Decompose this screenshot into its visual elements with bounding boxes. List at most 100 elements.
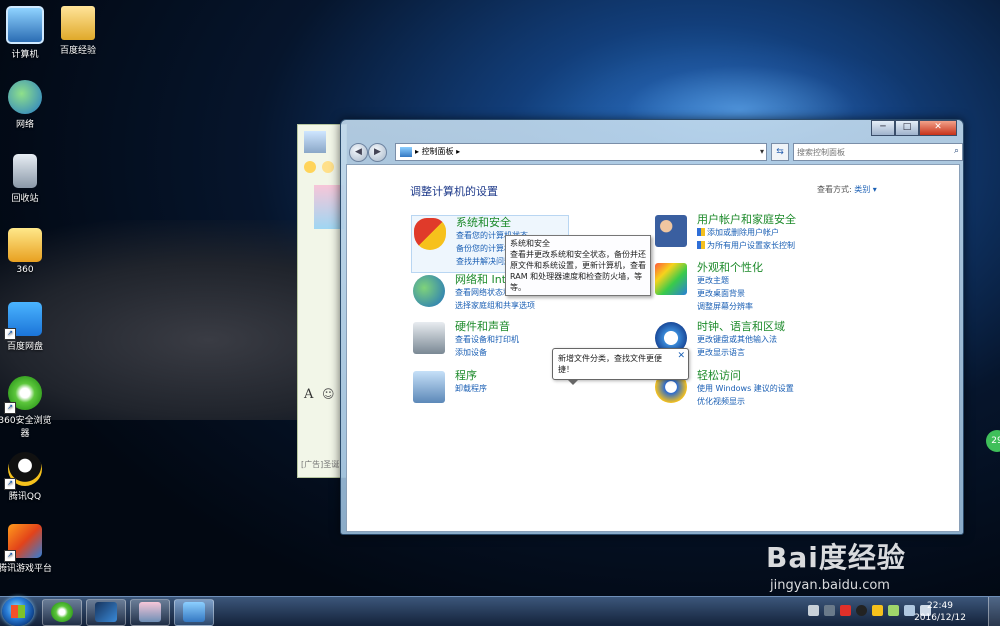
search-icon[interactable]: ⌕ [954,146,959,156]
arrow-up-icon[interactable] [824,605,835,616]
link-add-remove-users[interactable]: 添加或删除用户帐户 [697,226,796,239]
avatar[interactable] [304,131,326,153]
link-parental-controls[interactable]: 为所有用户设置家长控制 [697,239,796,252]
tencent-games-icon: ↗ [4,524,42,562]
taskbar-app-control-panel[interactable] [174,599,214,626]
appearance-icon [655,263,687,295]
tooltip-title: 系统和安全 [510,239,550,248]
network-icon [8,80,42,114]
link-keyboard-input[interactable]: 更改键盘或其他输入法 [697,333,785,346]
search-box[interactable]: ⌕ [793,143,963,161]
baidu-jingyan-watermark: Bai度经验 jingyan.baidu.com [766,536,906,593]
back-button[interactable]: ◀ [349,143,368,162]
notification-balloon[interactable]: 新增文件分类，查找文件更便捷！ ✕ [552,348,689,385]
desktop-icon-label: 网络 [15,120,34,130]
desktop-icon-baidu-jingyan[interactable]: 百度经验 [50,6,106,56]
link-change-theme[interactable]: 更改主题 [697,274,763,287]
category-user-accounts[interactable]: 用户帐户和家庭安全 添加或删除用户帐户 为所有用户设置家长控制 [655,213,796,252]
category-title[interactable]: 外观和个性化 [697,261,763,274]
start-button[interactable] [2,597,34,626]
tooltip: 系统和安全 查看并更改系统和安全状态，备份并还原文件和系统设置，更新计算机，查看… [505,235,651,296]
control-panel-window[interactable]: ─ □ ✕ ◀ ▶ ▸ 控制面板 ▸ ▾ ⇆ ⌕ 调整计算机的设置 查看方式: … [340,119,964,535]
video-icon[interactable] [322,161,334,173]
link-optimize-video[interactable]: 优化视频显示 [697,395,794,408]
view-by-dropdown[interactable]: 类别 ▾ [854,185,877,194]
desktop-icon-baidu-cloud[interactable]: ↗ 百度网盘 [0,302,53,352]
link-screen-resolution[interactable]: 调整屏幕分辨率 [697,300,763,313]
category-title[interactable]: 硬件和声音 [455,320,519,333]
desktop-icon-label: 回收站 [11,194,39,204]
maximize-button[interactable]: □ [895,120,919,136]
font-icon[interactable]: A [304,387,313,402]
desktop-icon-qq[interactable]: ↗ 腾讯QQ [0,452,53,502]
show-desktop-button[interactable] [988,597,1000,626]
shortcut-arrow-icon: ↗ [4,478,16,490]
tray-app-icon[interactable] [888,605,899,616]
view-by-label: 查看方式: [817,185,852,194]
desktop-icon-tencent-games[interactable]: ↗ 腾讯游戏平台 [0,524,53,574]
desktop-icon-label: 360 [16,265,34,275]
emoji-icon[interactable]: ☺ [322,387,335,401]
security-icon[interactable] [840,605,851,616]
category-title[interactable]: 程序 [455,369,487,382]
breadcrumb-control-panel[interactable]: 控制面板 [422,147,454,156]
ad-text[interactable]: [广告]圣诞 [301,459,339,470]
address-separator[interactable]: ▸ [415,147,419,156]
desktop-icon-label: 360安全浏览器 [0,416,52,439]
windows-logo-icon [11,605,25,618]
close-button[interactable]: ✕ [919,120,957,136]
desktop-icon-recycle-bin[interactable]: 回收站 [0,154,53,204]
microphone-icon[interactable] [304,161,316,173]
address-bar[interactable]: ▸ 控制面板 ▸ ▾ [395,143,767,161]
minimize-button[interactable]: ─ [871,120,895,136]
link-desktop-background[interactable]: 更改桌面背景 [697,287,763,300]
close-icon[interactable]: ✕ [677,351,685,362]
balloon-text: 新增文件分类，查找文件更便捷！ [558,354,662,374]
360-browser-icon [51,602,73,622]
view-by: 查看方式: 类别 ▾ [817,184,877,195]
category-title[interactable]: 时钟、语言和区域 [697,320,785,333]
category-hardware-sound[interactable]: 硬件和声音 查看设备和打印机 添加设备 [413,320,519,359]
taskbar-clock[interactable]: 22:49 2016/12/12 [912,600,968,624]
360-tray-icon[interactable] [872,605,883,616]
qq-penguin-icon: ↗ [4,452,42,490]
taskbar: 22:49 2016/12/12 [0,596,1000,626]
printer-icon [413,322,445,354]
taskbar-app-tencent-games[interactable] [86,599,126,626]
desktop-icon-360[interactable]: 360 [0,228,53,275]
folder-360-icon [8,228,42,262]
desktop-icon-360-browser[interactable]: ↗ 360安全浏览器 [0,376,53,439]
link-homegroup-sharing[interactable]: 选择家庭组和共享选项 [455,299,535,312]
taskbar-app-360-browser[interactable] [42,599,82,626]
refresh-button[interactable]: ⇆ [771,143,789,161]
taskbar-app-qq-chat[interactable] [130,599,170,626]
forward-button[interactable]: ▶ [368,143,387,162]
clock-date: 2016/12/12 [914,613,966,623]
floating-badge[interactable]: 29 [986,430,1000,452]
link-uninstall-program[interactable]: 卸载程序 [455,382,487,395]
link-display-language[interactable]: 更改显示语言 [697,346,785,359]
desktop-icon-label: 百度经验 [59,46,96,56]
link-add-device[interactable]: 添加设备 [455,346,519,359]
clock-time: 22:49 [927,601,953,611]
shield-icon [414,218,446,250]
category-appearance[interactable]: 外观和个性化 更改主题 更改桌面背景 调整屏幕分辨率 [655,261,763,313]
address-separator[interactable]: ▸ [456,147,460,156]
desktop-icon-label: 百度网盘 [6,342,43,352]
category-title[interactable]: 系统和安全 [456,216,528,229]
category-programs[interactable]: 程序 卸载程序 [413,369,487,403]
programs-icon [413,371,445,403]
folder-icon [61,6,95,40]
desktop-icon-computer[interactable]: 计算机 [0,6,53,60]
category-title[interactable]: 用户帐户和家庭安全 [697,213,796,226]
link-devices-printers[interactable]: 查看设备和打印机 [455,333,519,346]
search-input[interactable] [794,144,940,160]
qq-tray-icon[interactable] [856,605,867,616]
desktop-icon-network[interactable]: 网络 [0,80,53,130]
keyboard-icon[interactable] [808,605,819,616]
watermark-logo: Bai度经验 [766,541,906,574]
chevron-down-icon[interactable]: ▾ [760,144,764,160]
link-recommended-settings[interactable]: 使用 Windows 建议的设置 [697,382,794,395]
shortcut-arrow-icon: ↗ [4,328,16,340]
category-title[interactable]: 轻松访问 [697,369,794,382]
